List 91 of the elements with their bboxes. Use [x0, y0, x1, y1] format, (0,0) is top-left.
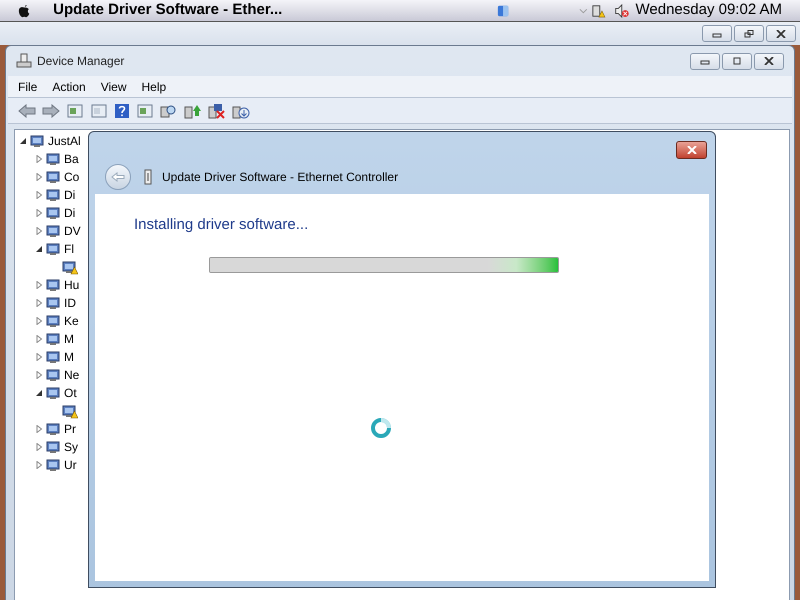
device-icon — [46, 223, 62, 239]
device-icon — [46, 205, 62, 221]
app-title: Update Driver Software - Ether... — [53, 0, 282, 20]
collapsed-arrow-icon[interactable] — [35, 317, 43, 325]
device-icon — [46, 439, 62, 455]
device-icon — [46, 151, 62, 167]
device-icon — [46, 367, 62, 383]
tree-item[interactable]: M — [64, 330, 74, 348]
dialog-heading: Installing driver software... — [134, 215, 308, 235]
menu-item[interactable]: View — [100, 78, 126, 96]
computer-icon — [16, 53, 32, 69]
close-icon — [744, 30, 754, 38]
close-button[interactable] — [754, 52, 784, 70]
collapsed-arrow-icon[interactable] — [35, 461, 43, 469]
tree-item[interactable]: Ot — [64, 384, 77, 402]
collapsed-arrow-icon[interactable] — [35, 281, 43, 289]
tree-item[interactable]: Di — [64, 186, 76, 204]
tree-item[interactable]: Hu — [64, 276, 80, 294]
close-icon — [686, 146, 696, 154]
back-arrow-icon[interactable] — [18, 104, 36, 118]
network-warning-icon[interactable] — [592, 2, 606, 18]
tree-item[interactable]: Pr — [64, 420, 76, 438]
device-icon — [46, 241, 62, 257]
menu-item[interactable]: Action — [52, 78, 86, 96]
tree-item[interactable]: Co — [64, 168, 80, 186]
collapsed-arrow-icon[interactable] — [35, 209, 43, 217]
action-pane-icon[interactable] — [136, 102, 154, 118]
update-driver-icon[interactable] — [184, 102, 202, 118]
tree-item[interactable]: DV — [64, 222, 81, 240]
collapsed-arrow-icon[interactable] — [35, 425, 43, 433]
close-icon — [776, 30, 786, 38]
device-icon — [46, 349, 62, 365]
collapsed-arrow-icon[interactable] — [35, 299, 43, 307]
tree-item[interactable]: ID — [64, 294, 76, 312]
tree-item[interactable]: Ke — [64, 312, 79, 330]
device-icon — [46, 187, 62, 203]
warning-device-icon — [62, 259, 78, 275]
warning-device-icon — [62, 403, 78, 419]
expanded-arrow-icon[interactable] — [35, 245, 43, 253]
network-adapter-icon — [143, 169, 153, 185]
collapsed-arrow-icon[interactable] — [35, 371, 43, 379]
close-button[interactable] — [766, 25, 796, 42]
muted-speaker-icon[interactable] — [614, 2, 630, 18]
show-hide-pane-icon[interactable] — [66, 102, 84, 118]
close-button[interactable] — [676, 141, 707, 159]
collapsed-arrow-icon[interactable] — [35, 155, 43, 163]
device-icon — [46, 169, 62, 185]
window-title: Device Manager — [37, 53, 124, 70]
device-icon — [46, 295, 62, 311]
uninstall-device-icon[interactable] — [208, 102, 226, 118]
close-icon — [764, 57, 774, 65]
busy-spinner-icon — [370, 416, 392, 438]
tree-item[interactable]: Di — [64, 204, 76, 222]
apple-icon[interactable] — [18, 2, 30, 18]
collapsed-arrow-icon[interactable] — [35, 353, 43, 361]
restore-button[interactable] — [734, 25, 764, 42]
device-icon — [46, 313, 62, 329]
back-arrow-icon — [111, 172, 125, 182]
minimize-button[interactable] — [690, 52, 720, 70]
expanded-arrow-icon[interactable] — [35, 389, 43, 397]
maximize-icon — [732, 57, 742, 65]
device-icon — [46, 277, 62, 293]
device-icon — [30, 133, 46, 149]
tree-item[interactable]: JustAl — [48, 132, 81, 150]
properties-icon[interactable] — [90, 102, 108, 118]
tree-item[interactable]: Sy — [64, 438, 78, 456]
maximize-button[interactable] — [722, 52, 752, 70]
tree-item[interactable]: Ne — [64, 366, 80, 384]
dialog-title: Update Driver Software - Ethernet Controller — [162, 169, 398, 186]
collapsed-arrow-icon[interactable] — [35, 227, 43, 235]
tree-item[interactable]: Fl — [64, 240, 74, 258]
device-icon — [46, 385, 62, 401]
device-icon — [46, 457, 62, 473]
expanded-arrow-icon[interactable] — [19, 137, 27, 145]
back-button[interactable] — [105, 164, 131, 190]
minimize-button[interactable] — [702, 25, 732, 42]
device-icon — [46, 421, 62, 437]
collapsed-arrow-icon[interactable] — [35, 191, 43, 199]
forward-arrow-icon[interactable] — [42, 104, 60, 118]
menu-item[interactable]: Help — [142, 78, 166, 96]
tree-item[interactable]: M — [64, 348, 74, 366]
clock: Wednesday 09:02 AM — [636, 0, 782, 20]
collapsed-arrow-icon[interactable] — [35, 335, 43, 343]
collapsed-arrow-icon[interactable] — [35, 173, 43, 181]
menu-item[interactable]: File — [18, 78, 38, 96]
chevron-icon[interactable] — [579, 6, 588, 14]
tree-item[interactable]: Ba — [64, 150, 79, 168]
collapsed-arrow-icon[interactable] — [35, 443, 43, 451]
device-icon — [46, 331, 62, 347]
help-icon[interactable] — [114, 102, 130, 118]
tree-item[interactable]: Ur — [64, 456, 77, 474]
